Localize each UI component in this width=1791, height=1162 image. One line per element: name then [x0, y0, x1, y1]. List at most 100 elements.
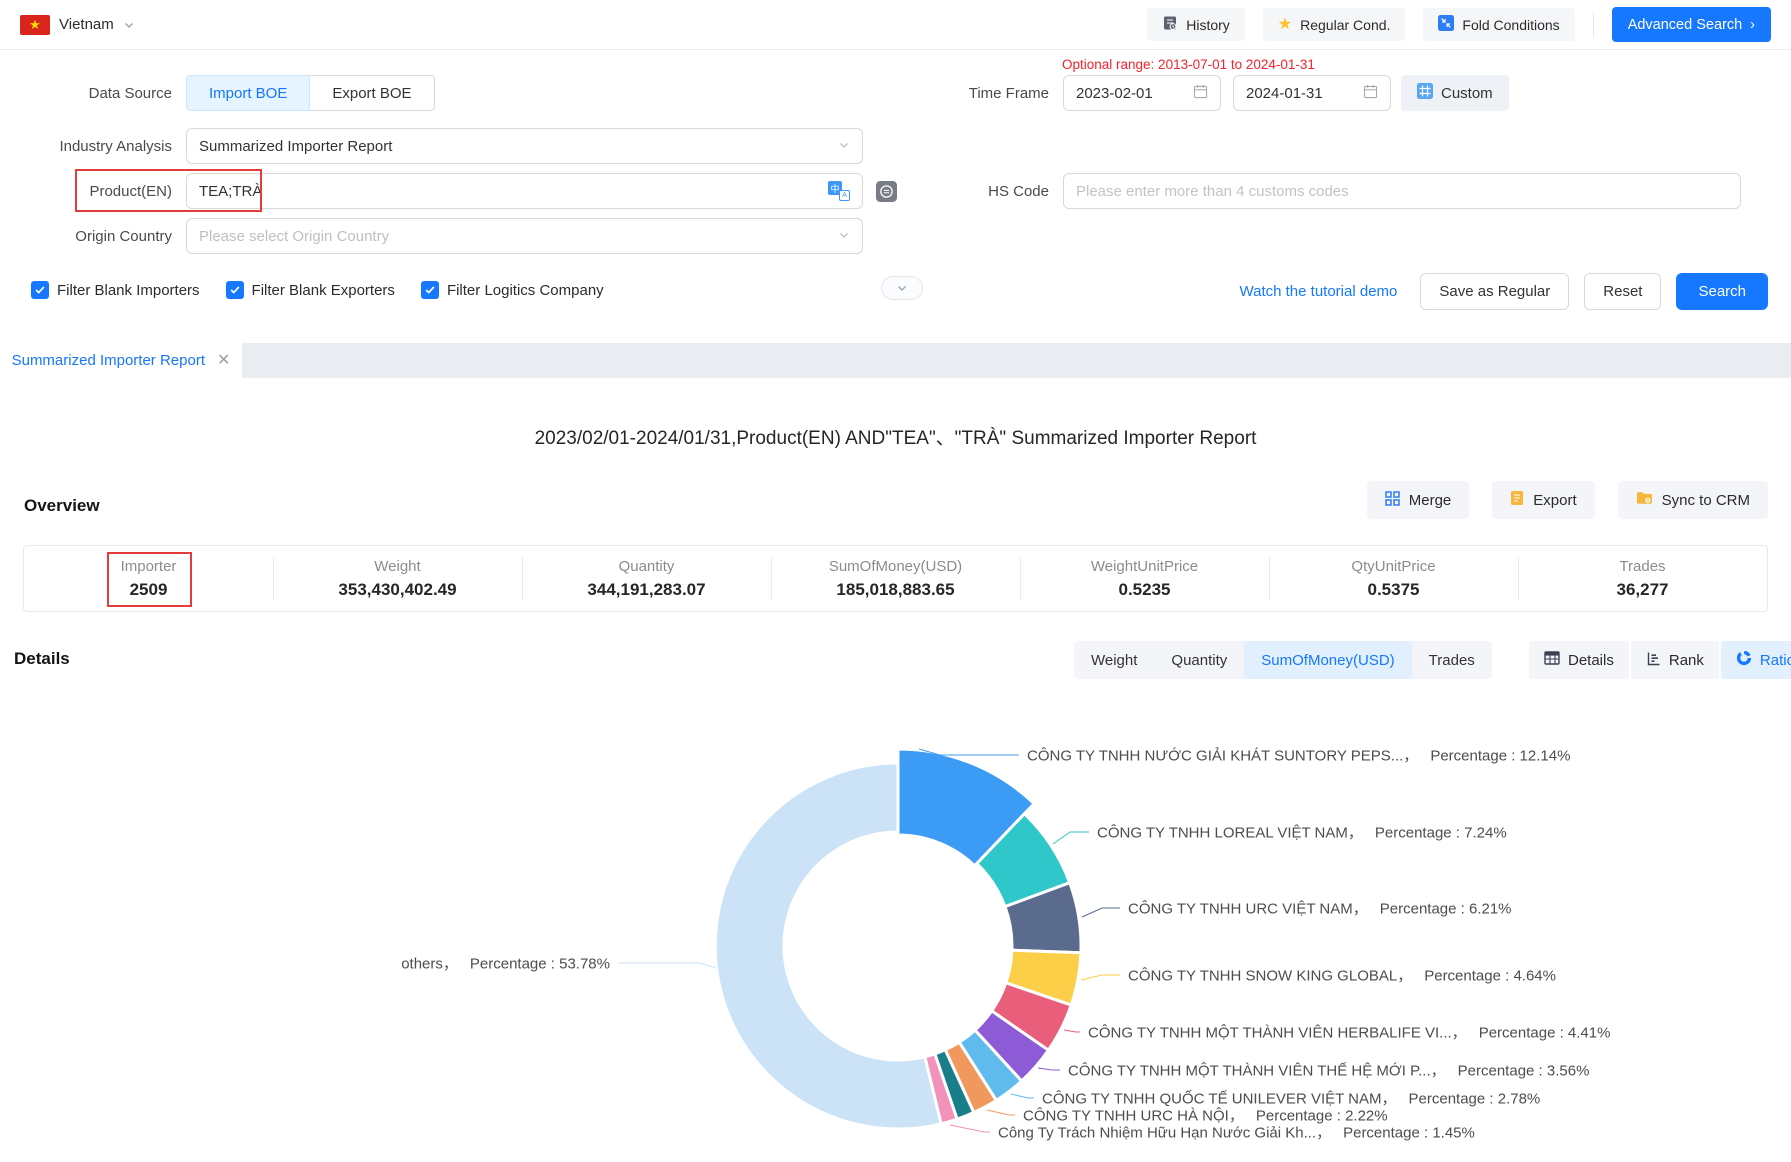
- top-bar: ★ Vietnam History ★ Regular Cond. Fold C…: [0, 0, 1791, 50]
- history-button[interactable]: History: [1147, 8, 1245, 41]
- view-tab-label: Rank: [1669, 652, 1704, 669]
- industry-analysis-value: Summarized Importer Report: [199, 138, 392, 155]
- stat-qty-unit-price: QtyUnitPrice 0.5375: [1269, 546, 1518, 611]
- rank-icon: [1646, 651, 1661, 670]
- end-date-input[interactable]: [1246, 85, 1346, 102]
- import-boe-tab[interactable]: Import BOE: [186, 75, 310, 111]
- stat-label: Weight: [374, 558, 420, 575]
- history-label: History: [1186, 17, 1230, 33]
- stat-weight: Weight 353,430,402.49: [273, 546, 522, 611]
- merge-button[interactable]: Merge: [1367, 481, 1470, 519]
- donut-chart-icon: [1736, 650, 1752, 670]
- chart-label: CÔNG TY TNHH NƯỚC GIẢI KHÁT SUNTORY PEPS…: [1027, 745, 1570, 766]
- product-en-field[interactable]: 中 A: [186, 173, 863, 209]
- checkbox-checked-icon: [226, 281, 244, 299]
- regular-cond-button[interactable]: ★ Regular Cond.: [1263, 8, 1406, 41]
- collapse-conditions-toggle[interactable]: [881, 276, 923, 300]
- advanced-search-button[interactable]: Advanced Search ›: [1612, 7, 1771, 42]
- chart-label: CÔNG TY TNHH LOREAL VIỆT NAM，Percentage …: [1097, 822, 1507, 843]
- metric-tab-quantity[interactable]: Quantity: [1154, 641, 1244, 679]
- view-tab-details[interactable]: Details: [1529, 641, 1629, 679]
- chart-label-company: Công Ty Trách Nhiệm Hữu Hạn Nước Giải Kh…: [998, 1125, 1331, 1142]
- stat-label: SumOfMoney(USD): [829, 558, 962, 575]
- end-date-field[interactable]: [1233, 75, 1391, 111]
- sync-to-crm-label: Sync to CRM: [1662, 492, 1750, 509]
- chart-label-company: CÔNG TY TNHH URC VIỆT NAM，: [1128, 901, 1368, 918]
- export-button[interactable]: Export: [1492, 481, 1594, 519]
- metric-tab-sum-of-money[interactable]: SumOfMoney(USD): [1244, 641, 1411, 679]
- tab-summarized-importer-report[interactable]: Summarized Importer Report ✕: [0, 343, 242, 378]
- view-tab-ratio[interactable]: Ratio: [1721, 641, 1791, 679]
- grid-icon: [1417, 83, 1433, 103]
- chart-label: CÔNG TY TNHH SNOW KING GLOBAL，Percentage…: [1128, 965, 1556, 986]
- chart-label-percentage: Percentage : 7.24%: [1375, 825, 1507, 842]
- stat-weight-unit-price: WeightUnitPrice 0.5235: [1020, 546, 1269, 611]
- fold-icon: [1438, 15, 1454, 34]
- product-en-input[interactable]: [199, 183, 828, 200]
- filter-blank-importers-checkbox[interactable]: Filter Blank Importers: [31, 281, 200, 299]
- calendar-icon[interactable]: [1193, 84, 1208, 103]
- chart-leader-line: [1011, 1094, 1034, 1098]
- hs-code-field[interactable]: [1063, 173, 1741, 209]
- view-tab-group: Details Rank Ratio: [1529, 641, 1791, 679]
- custom-range-button[interactable]: Custom: [1401, 75, 1509, 111]
- chart-label-percentage: Percentage : 4.64%: [1424, 968, 1556, 985]
- chart-leader-line: [1053, 832, 1089, 844]
- close-icon[interactable]: ✕: [217, 353, 230, 369]
- filter-logitics-company-label: Filter Logitics Company: [447, 282, 604, 299]
- metric-tab-trades[interactable]: Trades: [1412, 641, 1492, 679]
- chart-label-company: CÔNG TY TNHH MỘT THÀNH VIÊN THẾ HỆ MỚI P…: [1068, 1063, 1446, 1080]
- stat-sum-of-money: SumOfMoney(USD) 185,018,883.65: [771, 546, 1020, 611]
- stat-label: QtyUnitPrice: [1351, 558, 1435, 575]
- industry-analysis-select[interactable]: Summarized Importer Report: [186, 128, 863, 164]
- chart-label-percentage: Percentage : 53.78%: [470, 956, 610, 973]
- stat-value: 353,430,402.49: [338, 580, 456, 600]
- metric-tab-weight[interactable]: Weight: [1074, 641, 1154, 679]
- merge-label: Merge: [1409, 492, 1452, 509]
- start-date-input[interactable]: [1076, 85, 1176, 102]
- chevron-right-icon: ›: [1750, 17, 1755, 33]
- hs-code-input[interactable]: [1076, 183, 1728, 200]
- chart-leader-line: [1064, 1030, 1080, 1032]
- save-as-regular-button[interactable]: Save as Regular: [1420, 273, 1569, 310]
- product-row: Product(EN) 中 A: [12, 173, 897, 209]
- origin-country-placeholder: Please select Origin Country: [199, 228, 389, 245]
- chevron-down-icon[interactable]: [123, 19, 135, 31]
- reset-button[interactable]: Reset: [1584, 273, 1661, 310]
- translate-icon[interactable]: 中 A: [828, 181, 850, 201]
- sync-to-crm-button[interactable]: Sync to CRM: [1618, 481, 1768, 519]
- folder-sync-icon: [1636, 491, 1653, 509]
- filter-logitics-company-checkbox[interactable]: Filter Logitics Company: [421, 281, 604, 299]
- form-actions: Watch the tutorial demo Save as Regular …: [1240, 273, 1768, 310]
- fold-conditions-button[interactable]: Fold Conditions: [1423, 8, 1574, 41]
- time-frame-row: Time Frame Custom: [889, 75, 1509, 111]
- filter-blank-exporters-checkbox[interactable]: Filter Blank Exporters: [226, 281, 395, 299]
- start-date-field[interactable]: [1063, 75, 1221, 111]
- details-heading: Details: [14, 649, 70, 669]
- search-button[interactable]: Search: [1676, 273, 1768, 310]
- vietnam-flag-icon: ★: [20, 15, 50, 35]
- regular-cond-label: Regular Cond.: [1300, 17, 1390, 33]
- chevron-down-icon: [838, 228, 850, 245]
- tutorial-link[interactable]: Watch the tutorial demo: [1240, 283, 1398, 300]
- country-selector[interactable]: Vietnam: [59, 16, 114, 33]
- product-en-label: Product(EN): [12, 183, 172, 200]
- advanced-search-label: Advanced Search: [1628, 17, 1742, 33]
- chart-leader-line: [618, 963, 716, 968]
- chart-label: CÔNG TY TNHH MỘT THÀNH VIÊN HERBALIFE VI…: [1088, 1022, 1610, 1043]
- origin-country-label: Origin Country: [12, 228, 172, 245]
- calendar-icon[interactable]: [1363, 84, 1378, 103]
- filter-blank-importers-label: Filter Blank Importers: [57, 282, 200, 299]
- view-tab-label: Ratio: [1760, 652, 1791, 669]
- view-tab-rank[interactable]: Rank: [1631, 641, 1719, 679]
- origin-country-select[interactable]: Please select Origin Country: [186, 218, 863, 254]
- chart-leader-line: [1038, 1068, 1060, 1070]
- export-boe-tab[interactable]: Export BOE: [310, 75, 434, 111]
- chevron-down-icon: [838, 138, 850, 155]
- chart-label: Công Ty Trách Nhiệm Hữu Hạn Nước Giải Kh…: [998, 1122, 1475, 1143]
- chart-label-company: CÔNG TY TNHH MỘT THÀNH VIÊN HERBALIFE VI…: [1088, 1025, 1467, 1042]
- stat-value: 0.5375: [1368, 580, 1420, 600]
- merge-icon: [1385, 491, 1400, 510]
- table-icon: [1544, 651, 1560, 669]
- custom-label: Custom: [1441, 85, 1493, 102]
